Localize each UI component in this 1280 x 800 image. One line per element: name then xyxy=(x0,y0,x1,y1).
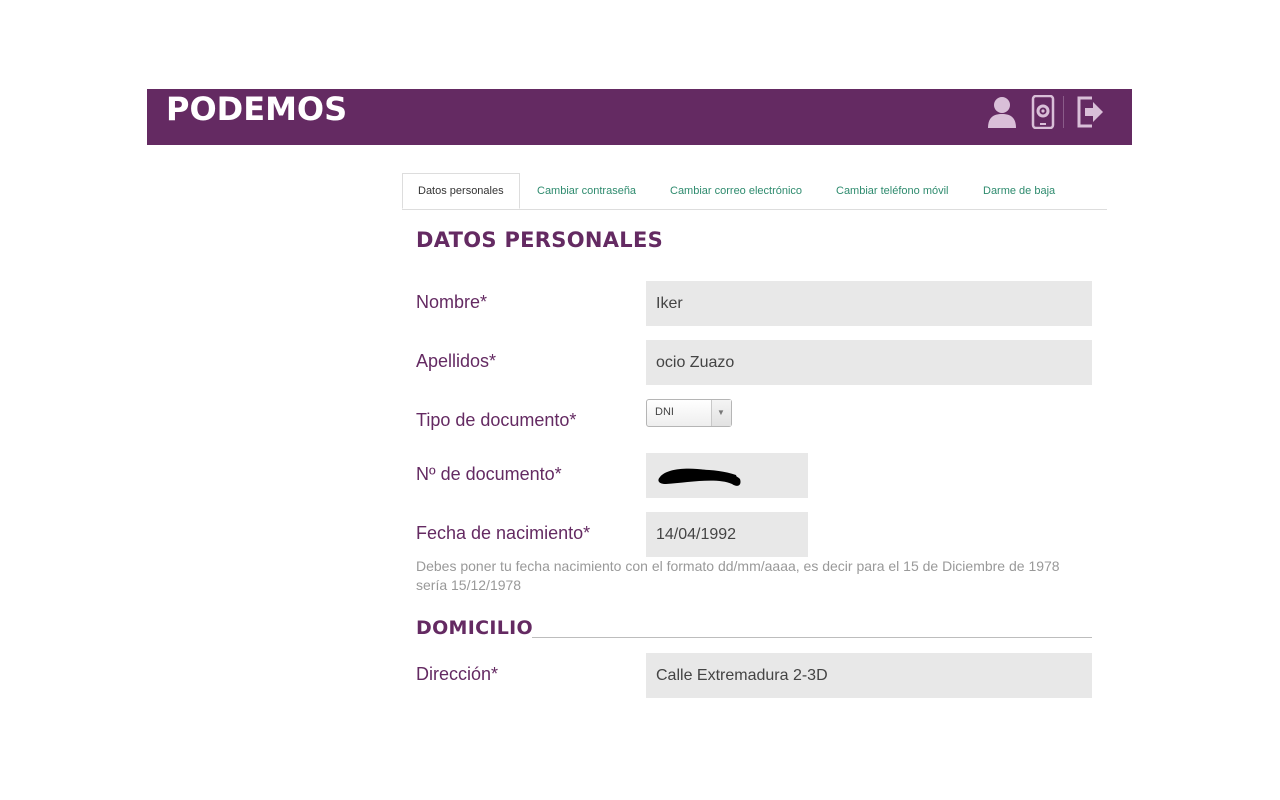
tab-darme-de-baja[interactable]: Darme de baja xyxy=(983,173,1055,209)
podemos-logo[interactable]: PODEMOS xyxy=(166,90,347,128)
tab-cambiar-contrasena[interactable]: Cambiar contraseña xyxy=(537,173,636,209)
chevron-down-icon: ▼ xyxy=(717,408,725,417)
user-icon[interactable] xyxy=(986,95,1018,134)
tipo-documento-label: Tipo de documento* xyxy=(416,410,577,430)
profile-tabs: Datos personales Cambiar contraseña Camb… xyxy=(402,173,1107,210)
apellidos-input[interactable] xyxy=(646,340,1092,385)
direccion-label: Dirección* xyxy=(416,664,499,684)
fecha-nacimiento-input[interactable] xyxy=(646,512,808,557)
domicilio-divider xyxy=(532,637,1092,638)
tab-cambiar-telefono[interactable]: Cambiar teléfono móvil xyxy=(836,173,949,209)
direccion-input[interactable] xyxy=(646,653,1092,698)
dropdown-arrow[interactable]: ▼ xyxy=(711,400,731,426)
apellidos-label: Apellidos* xyxy=(416,351,497,371)
tipo-documento-value: DNI xyxy=(655,406,674,418)
logout-icon[interactable] xyxy=(1076,95,1106,134)
header-divider xyxy=(1063,96,1064,128)
numero-documento-label: Nº de documento* xyxy=(416,464,562,484)
nombre-label: Nombre* xyxy=(416,292,488,312)
tipo-documento-select[interactable]: DNI ▼ xyxy=(646,399,732,427)
nombre-input[interactable] xyxy=(646,281,1092,326)
site-header: PODEMOS xyxy=(147,89,1132,145)
mobile-settings-icon[interactable] xyxy=(1031,94,1055,134)
redaction-scribble xyxy=(658,468,741,486)
datos-personales-title: DATOS PERSONALES xyxy=(416,228,664,252)
tab-datos-personales[interactable]: Datos personales xyxy=(402,173,520,209)
fecha-help-text: Debes poner tu fecha nacimiento con el f… xyxy=(416,558,1060,593)
tab-cambiar-correo[interactable]: Cambiar correo electrónico xyxy=(670,173,802,209)
domicilio-title: DOMICILIO xyxy=(416,617,533,639)
fecha-nacimiento-label: Fecha de nacimiento* xyxy=(416,523,591,543)
